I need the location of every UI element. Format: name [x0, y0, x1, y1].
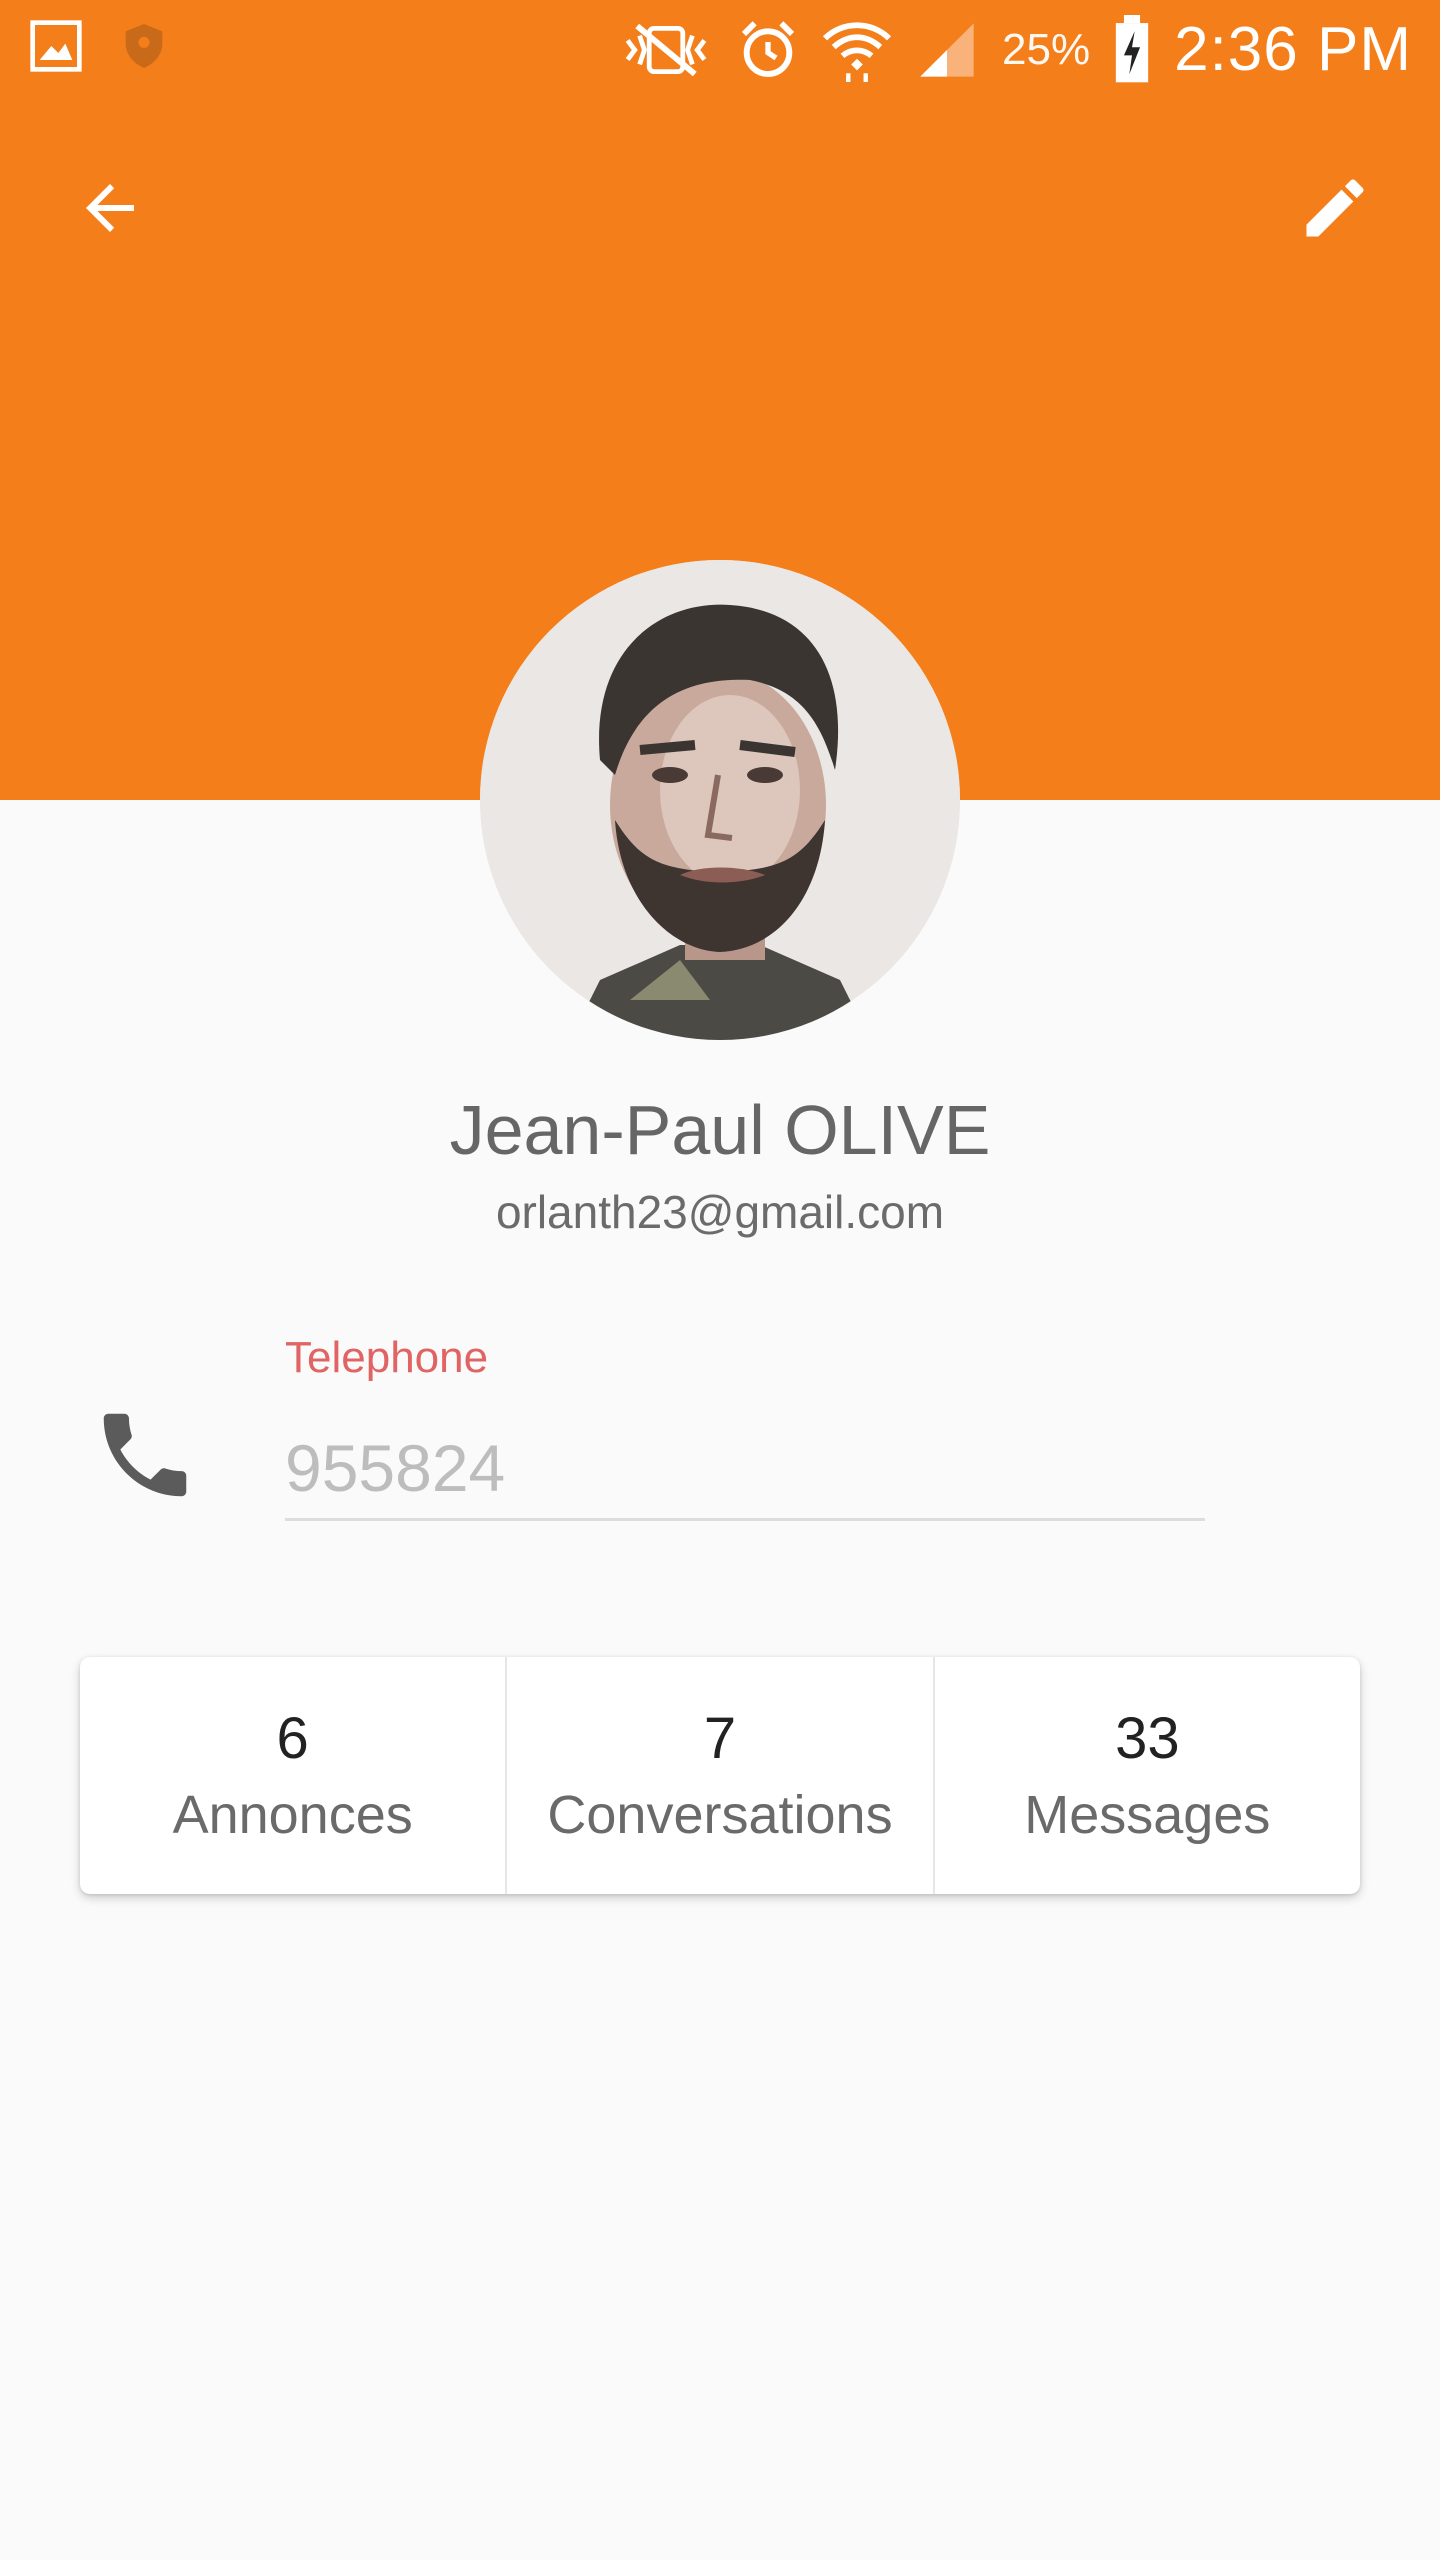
gallery-icon — [28, 18, 84, 74]
status-time: 2:36 PM — [1174, 15, 1412, 84]
signal-icon — [914, 18, 980, 82]
back-button[interactable] — [60, 160, 160, 260]
wifi-icon — [822, 18, 892, 82]
profile-name: Jean-Paul OLIVE — [449, 1091, 991, 1169]
profile-photo — [480, 560, 960, 1040]
stat-label: Annonces — [172, 1785, 413, 1845]
arrow-back-icon — [74, 172, 146, 249]
pencil-icon — [1297, 170, 1373, 251]
battery-charging-icon — [1112, 14, 1152, 85]
stat-value: 7 — [703, 1706, 737, 1771]
profile-email: orlanth23@gmail.com — [495, 1186, 945, 1238]
avatar[interactable] — [480, 560, 960, 1040]
stats-card: 6 Annonces 7 Conversations 33 Messages — [80, 1657, 1360, 1894]
alarm-icon — [736, 18, 800, 82]
telephone-label: Telephone — [285, 1333, 489, 1382]
stat-conversations[interactable]: 7 Conversations — [507, 1657, 935, 1894]
telephone-input[interactable] — [285, 1418, 1205, 1521]
stat-value: 6 — [276, 1706, 309, 1771]
stat-label: Messages — [1024, 1785, 1271, 1845]
stat-label: Conversations — [547, 1785, 893, 1845]
edit-button[interactable] — [1285, 160, 1385, 260]
shield-icon — [122, 21, 166, 71]
stat-value: 33 — [1115, 1706, 1180, 1771]
phone-icon — [90, 1400, 200, 1510]
battery-percent: 25% — [1002, 24, 1091, 74]
vibrate-mute-icon — [618, 20, 714, 80]
stat-messages[interactable]: 33 Messages — [935, 1657, 1360, 1894]
status-bar: 25% 2:36 PM — [0, 0, 1440, 100]
stat-annonces[interactable]: 6 Annonces — [80, 1657, 508, 1894]
